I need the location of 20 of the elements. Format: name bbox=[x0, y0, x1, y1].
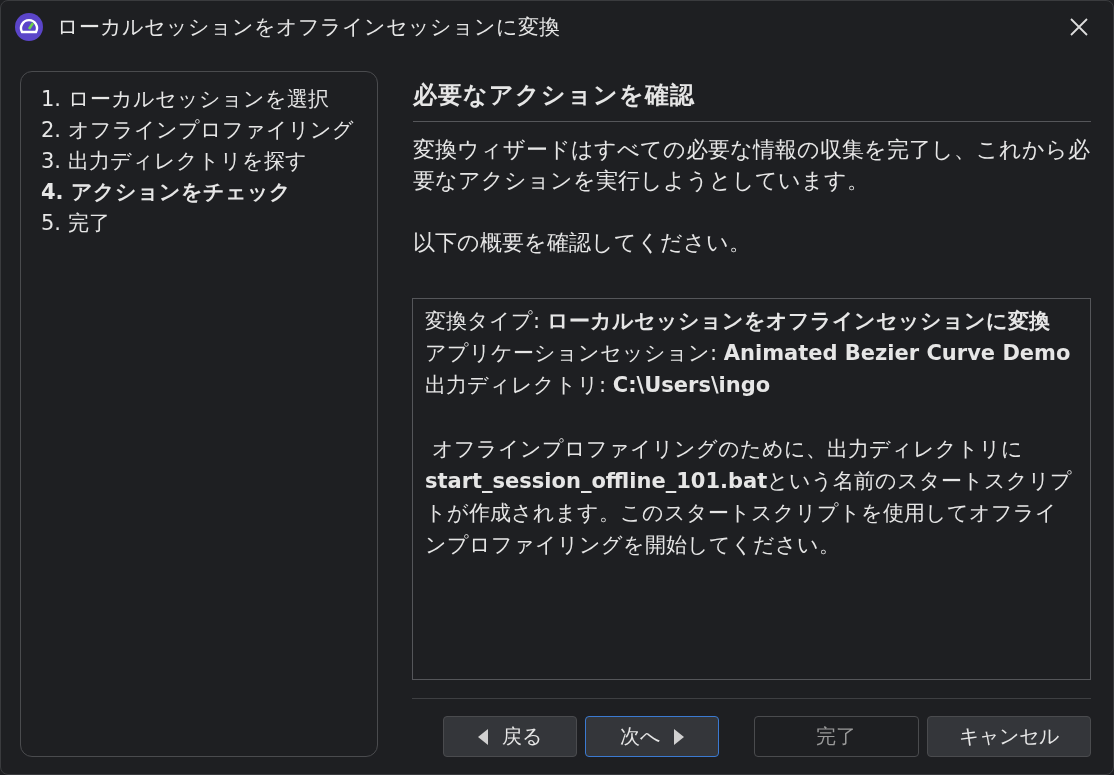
summary-note: オフラインプロファイリングのために、出力ディレクトリにstart_session_offline_101.batという名前のスタートスクリプトが作成されます。このスタートスクリプトを使用してオフラインプロファイリングを開始してください。 bbox=[425, 436, 1074, 559]
wizard-button[interactable]: 次へ bbox=[585, 716, 719, 757]
summary-text: 出力ディレクトリ: C:\Users\ingo bbox=[425, 372, 772, 399]
wizard-button[interactable]: キャンセル bbox=[926, 716, 1091, 757]
intro-text: 以下の概要を確認してください。 bbox=[413, 229, 752, 257]
summary-text: 変換タイプ: ローカルセッションをオフラインセッションに変換 bbox=[425, 308, 1051, 335]
left-triangle-icon bbox=[478, 728, 488, 745]
summary-text: アプリケーションセッション: Animated Bezier Curve Demo bbox=[425, 340, 1072, 367]
wizard-step: 3. 出力ディレクトリを探す bbox=[41, 146, 357, 177]
wizard-step: 5. 完了 bbox=[41, 208, 357, 239]
wizard-step: 1. ローカルセッションを選択 bbox=[41, 84, 357, 115]
close-icon[interactable] bbox=[1069, 17, 1089, 37]
wizard-button[interactable]: 戻る bbox=[443, 716, 577, 757]
page-heading: 必要なアクションを確認 bbox=[413, 79, 1091, 122]
intro-text: 変換ウィザードはすべての必要な情報の収集を完了し、これから必要なアクションを実行しようとしています。 bbox=[413, 136, 1091, 195]
app-logo-icon bbox=[15, 13, 43, 41]
wizard-step: 2. オフラインプロファイリング bbox=[41, 115, 357, 146]
right-triangle-icon bbox=[674, 728, 684, 745]
wizard-step: 4. アクションをチェック bbox=[41, 177, 357, 208]
window-title: ローカルセッションをオフラインセッションに変換 bbox=[57, 14, 561, 41]
